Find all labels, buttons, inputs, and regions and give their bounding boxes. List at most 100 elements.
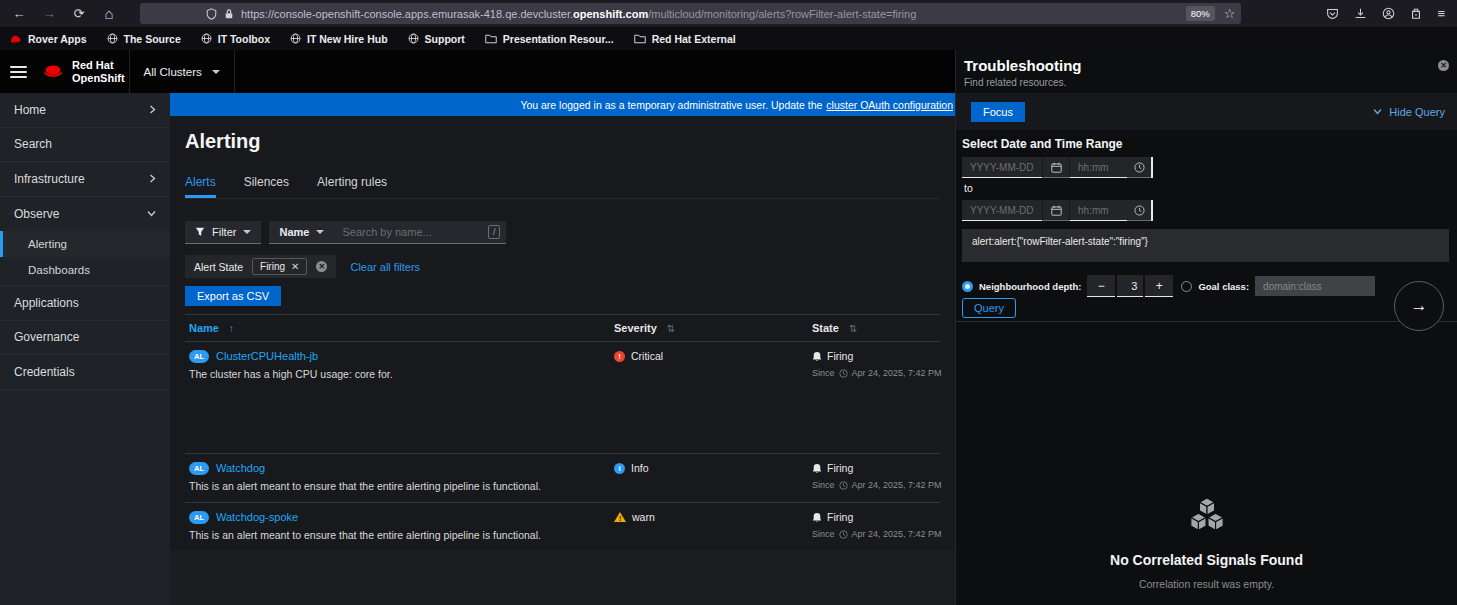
pocket-icon[interactable] xyxy=(1326,7,1339,20)
zoom-level-badge[interactable]: 80% xyxy=(1186,6,1215,21)
sidebar-item-applications[interactable]: Applications xyxy=(0,286,170,321)
clock-icon[interactable] xyxy=(1127,200,1151,221)
tab-silences[interactable]: Silences xyxy=(244,167,289,198)
sidebar-item-infrastructure[interactable]: Infrastructure xyxy=(0,162,170,197)
chip-firing[interactable]: Firing✕ xyxy=(252,258,307,275)
redhat-logo-icon xyxy=(41,63,65,80)
alert-row: AL ClusterCPUHealth-jb The cluster has a… xyxy=(185,342,940,390)
depth-value[interactable]: 3 xyxy=(1117,275,1143,297)
goal-class-radio[interactable] xyxy=(1181,281,1192,292)
severity-icon: ! xyxy=(614,512,626,523)
reload-icon[interactable]: ⟳ xyxy=(72,6,86,21)
alert-name-link[interactable]: Watchdog-spoke xyxy=(216,511,298,523)
alert-description: This is an alert meant to ensure that th… xyxy=(189,529,614,542)
to-time-input[interactable] xyxy=(1070,205,1127,216)
state-label: Firing xyxy=(827,462,853,474)
back-icon[interactable]: ← xyxy=(12,6,26,21)
panel-subtitle: Find related resources. xyxy=(964,77,1442,88)
depth-plus-button[interactable]: + xyxy=(1145,275,1173,297)
bookmark-item[interactable]: Red Hat External xyxy=(634,33,736,45)
export-csv-button[interactable]: Export as CSV xyxy=(185,286,281,306)
alert-name-link[interactable]: ClusterCPUHealth-jb xyxy=(216,350,318,362)
sidebar-item-home[interactable]: Home xyxy=(0,93,170,128)
forward-icon[interactable]: → xyxy=(42,6,56,21)
to-date-input[interactable] xyxy=(962,205,1042,216)
troubleshooting-panel: Troubleshooting Find related resources. … xyxy=(955,50,1457,605)
depth-minus-button[interactable]: − xyxy=(1087,275,1115,297)
shield-icon[interactable] xyxy=(206,8,217,20)
filter-dropdown[interactable]: Filter xyxy=(185,221,261,244)
from-time-input[interactable] xyxy=(1070,162,1127,173)
column-name[interactable]: Name↑ xyxy=(185,322,614,334)
menu-icon[interactable]: ≡ xyxy=(1437,6,1445,21)
search-box[interactable]: / xyxy=(334,221,506,244)
sidebar-item-observe[interactable]: Observe xyxy=(0,197,170,232)
state-label: Firing xyxy=(827,350,853,362)
tab-alerting-rules[interactable]: Alerting rules xyxy=(317,167,387,198)
datetime-heading: Select Date and Time Range xyxy=(962,137,1449,151)
home-icon[interactable]: ⌂ xyxy=(102,5,116,22)
calendar-icon[interactable] xyxy=(1042,157,1069,178)
focus-button[interactable]: Focus xyxy=(971,102,1025,122)
shortcut-key: / xyxy=(488,225,501,239)
hide-query-toggle[interactable]: Hide Query xyxy=(1373,106,1445,118)
sidebar-item-alerting[interactable]: Alerting xyxy=(0,231,170,257)
cluster-selector-dropdown[interactable]: All Clusters xyxy=(129,50,235,93)
folder-icon xyxy=(485,34,497,44)
from-date-input[interactable] xyxy=(962,162,1042,173)
lock-icon[interactable] xyxy=(224,8,234,20)
sidebar-item-governance[interactable]: Governance xyxy=(0,321,170,356)
submit-arrow-button[interactable]: → xyxy=(1394,281,1444,331)
state-label: Firing xyxy=(827,511,853,523)
sort-icon: ⇅ xyxy=(849,323,857,334)
bell-icon xyxy=(812,512,822,523)
since-line: Since Apr 24, 2025, 7:42 PM xyxy=(812,368,942,378)
empty-state-subtitle: Correlation result was empty. xyxy=(956,578,1457,590)
account-icon[interactable] xyxy=(1382,7,1395,20)
bookmark-item[interactable]: The Source xyxy=(107,33,181,45)
column-state[interactable]: State⇅ xyxy=(812,322,940,334)
bookmark-star-icon[interactable]: ☆ xyxy=(1224,6,1236,21)
clear-all-filters-link[interactable]: Clear all filters xyxy=(350,261,420,273)
goal-class-input[interactable] xyxy=(1255,276,1375,296)
bookmark-item[interactable]: Rover Apps xyxy=(10,33,87,45)
query-text-box[interactable]: alert:alert:{"rowFilter-alert-state":"fi… xyxy=(962,229,1449,262)
bookmark-item[interactable]: Presentation Resour... xyxy=(485,33,614,45)
bookmark-item[interactable]: Support xyxy=(408,33,465,45)
rover-icon xyxy=(10,34,22,44)
sidebar-item-credentials[interactable]: Credentials xyxy=(0,355,170,390)
url-text: https://console-openshift-console.apps.e… xyxy=(241,8,1186,20)
bookmark-item[interactable]: IT Toolbox xyxy=(201,33,270,45)
tabs: Alerts Silences Alerting rules xyxy=(185,167,940,199)
globe-icon xyxy=(290,33,301,44)
datetime-from-group xyxy=(962,157,1153,178)
alert-row: AL Watchdog This is an alert meant to en… xyxy=(185,453,940,502)
bookmark-item[interactable]: IT New Hire Hub xyxy=(290,33,388,45)
sidebar-item-dashboards[interactable]: Dashboards xyxy=(0,257,170,283)
browser-toolbar: ← → ⟳ ⌂ https://console-openshift-consol… xyxy=(0,0,1457,27)
clear-chip-group-icon[interactable]: ✕ xyxy=(316,261,327,272)
clock-icon xyxy=(839,481,848,490)
sidebar-item-search[interactable]: Search xyxy=(0,128,170,163)
oauth-config-link[interactable]: cluster OAuth configuration xyxy=(826,99,953,111)
sidebar-nav: HomeSearchInfrastructureObserveAlertingD… xyxy=(0,93,170,605)
clock-icon xyxy=(839,369,848,378)
severity-label: Info xyxy=(631,462,649,474)
close-panel-icon[interactable]: ✕ xyxy=(1438,60,1449,71)
alert-description: This is an alert meant to ensure that th… xyxy=(189,480,614,493)
query-button[interactable]: Query xyxy=(962,298,1016,318)
nav-toggle-icon[interactable] xyxy=(10,66,27,78)
search-input[interactable] xyxy=(342,226,487,238)
chip-remove-icon[interactable]: ✕ xyxy=(291,261,299,272)
neighbourhood-depth-radio[interactable] xyxy=(962,281,973,292)
calendar-icon[interactable] xyxy=(1042,200,1069,221)
tab-alerts[interactable]: Alerts xyxy=(185,167,216,198)
download-icon[interactable] xyxy=(1354,7,1367,20)
name-dropdown[interactable]: Name xyxy=(269,221,334,244)
extension-icon[interactable] xyxy=(1410,7,1422,20)
clock-icon[interactable] xyxy=(1127,157,1151,178)
alert-name-link[interactable]: Watchdog xyxy=(216,462,265,474)
url-bar[interactable]: https://console-openshift-console.apps.e… xyxy=(140,3,1241,24)
column-severity[interactable]: Severity⇅ xyxy=(614,322,812,334)
sort-icon: ⇅ xyxy=(667,323,675,334)
